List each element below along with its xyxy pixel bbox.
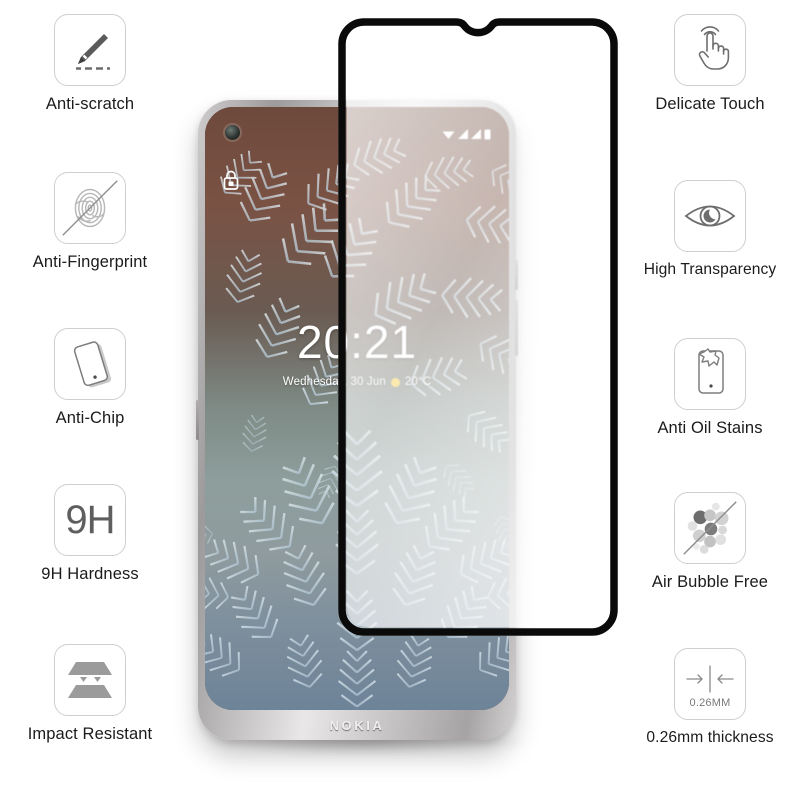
clock-temperature: 20°C	[404, 376, 432, 388]
status-bar	[205, 129, 509, 140]
feature-label: Air Bubble Free	[651, 573, 769, 591]
feature-label: Impact Resistant	[27, 725, 153, 743]
assistant-button[interactable]	[196, 400, 199, 440]
signal-icon	[471, 129, 481, 139]
knife-scratch-icon	[54, 14, 126, 86]
infographic-canvas: Anti-scratch Anti-Fingerprint Anti-Chip …	[0, 0, 800, 800]
lockscreen-wallpaper	[205, 107, 509, 710]
feature-anti-oil-stains[interactable]: Anti Oil Stains	[620, 338, 800, 438]
feature-thickness[interactable]: 0.26MM 0.26mm thickness	[620, 648, 800, 747]
thickness-arrows-icon: 0.26MM	[674, 648, 746, 720]
lock-icon	[223, 170, 239, 190]
feature-label: Anti Oil Stains	[657, 419, 763, 437]
feature-label: Anti-Fingerprint	[32, 253, 148, 271]
feature-high-transparency[interactable]: High Transparency	[620, 180, 800, 279]
feature-9h-hardness[interactable]: 9H 9H Hardness	[0, 484, 180, 584]
feature-anti-chip[interactable]: Anti-Chip	[0, 328, 180, 428]
sun-icon	[390, 377, 400, 387]
phone-oil-stain-icon	[674, 338, 746, 410]
battery-icon	[484, 129, 491, 140]
feature-air-bubble-free[interactable]: Air Bubble Free	[620, 492, 800, 592]
hardness-9h-icon: 9H	[54, 484, 126, 556]
feature-label: 9H Hardness	[41, 565, 139, 583]
feature-delicate-touch[interactable]: Delicate Touch	[620, 14, 800, 114]
feature-label: Delicate Touch	[655, 95, 765, 113]
feature-column-right: Delicate Touch High Transparency Anti Oi…	[620, 0, 800, 800]
brand-logo: NOKIA	[329, 718, 385, 733]
clock-time: 20:21	[296, 316, 418, 368]
touch-hand-icon	[674, 14, 746, 86]
feature-label: High Transparency	[643, 261, 777, 278]
feature-impact-resistant[interactable]: Impact Resistant	[0, 644, 180, 744]
tilted-phone-icon	[54, 328, 126, 400]
feature-anti-fingerprint[interactable]: Anti-Fingerprint	[0, 172, 180, 272]
power-button[interactable]	[515, 300, 518, 356]
impact-layers-icon	[54, 644, 126, 716]
eye-icon	[674, 180, 746, 252]
bubbles-crossed-icon	[674, 492, 746, 564]
thickness-badge-text: 0.26MM	[689, 696, 731, 709]
clock-date: Wednesday, 30 Jun	[282, 376, 386, 388]
nokia-phone: 20:21 Wednesday, 30 Jun 20°C NOKIA	[196, 100, 518, 740]
feature-label: 0.26mm thickness	[646, 729, 774, 746]
volume-button[interactable]	[515, 260, 518, 290]
lockscreen-clock: 20:21 Wednesday, 30 Jun 20°C	[205, 319, 509, 388]
frost-pattern	[205, 126, 509, 710]
signal-icon	[458, 129, 468, 139]
wifi-icon	[442, 131, 455, 139]
feature-label: Anti-scratch	[45, 95, 135, 113]
feature-column-left: Anti-scratch Anti-Fingerprint Anti-Chip …	[0, 0, 180, 800]
clock-date-weather: Wednesday, 30 Jun 20°C	[205, 376, 509, 388]
feature-label: Anti-Chip	[55, 409, 125, 427]
phone-screen[interactable]: 20:21 Wednesday, 30 Jun 20°C	[205, 107, 509, 710]
hardness-badge-text: 9H	[65, 498, 115, 542]
feature-anti-scratch[interactable]: Anti-scratch	[0, 14, 180, 114]
fingerprint-crossed-icon	[54, 172, 126, 244]
